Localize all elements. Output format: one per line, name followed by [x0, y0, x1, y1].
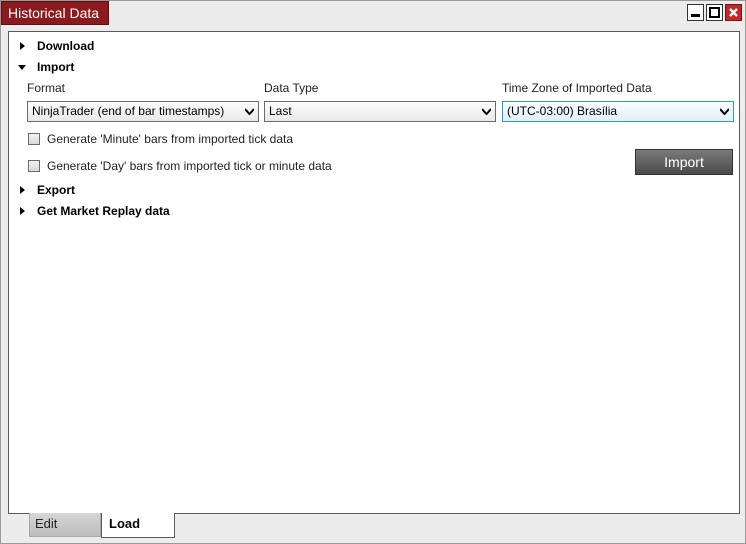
time-zone-select[interactable]: (UTC-03:00) Brasília: [502, 101, 734, 122]
import-button[interactable]: Import: [635, 149, 733, 175]
section-market-replay-label: Get Market Replay data: [37, 204, 170, 218]
minute-bars-checkbox[interactable]: [28, 133, 40, 145]
data-type-select-value: Last: [269, 104, 292, 118]
tab-load[interactable]: Load: [101, 513, 175, 538]
chevron-down-icon: [720, 108, 729, 115]
expand-arrow-icon: [18, 205, 30, 217]
title-bar[interactable]: Historical Data: [1, 1, 745, 25]
section-export[interactable]: Export: [18, 183, 75, 197]
expand-arrow-icon: [18, 40, 30, 52]
expand-arrow-icon: [18, 184, 30, 196]
day-bars-checkbox[interactable]: [28, 160, 40, 172]
section-export-label: Export: [37, 183, 76, 197]
minute-bars-option[interactable]: Generate 'Minute' bars from imported tic…: [28, 132, 293, 146]
format-label: Format: [27, 81, 66, 95]
data-type-select[interactable]: Last: [264, 101, 496, 122]
day-bars-label: Generate 'Day' bars from imported tick o…: [47, 159, 332, 173]
minute-bars-label: Generate 'Minute' bars from imported tic…: [47, 132, 294, 146]
window-title: Historical Data: [1, 1, 109, 25]
main-panel: Download Import Format Data Type Time Zo…: [8, 31, 740, 514]
chevron-down-icon: [482, 108, 491, 115]
section-download-label: Download: [37, 39, 95, 53]
format-select[interactable]: NinjaTrader (end of bar timestamps): [27, 101, 259, 122]
day-bars-option[interactable]: Generate 'Day' bars from imported tick o…: [28, 159, 332, 173]
historical-data-window: Historical Data Download Import Format D…: [0, 0, 746, 544]
close-button[interactable]: [725, 4, 742, 21]
minimize-button[interactable]: [687, 4, 704, 21]
tab-edit[interactable]: Edit: [29, 513, 101, 537]
maximize-icon: [709, 7, 720, 18]
format-select-value: NinjaTrader (end of bar timestamps): [32, 104, 225, 118]
time-zone-label: Time Zone of Imported Data: [502, 81, 652, 95]
maximize-button[interactable]: [706, 4, 723, 21]
section-market-replay[interactable]: Get Market Replay data: [18, 204, 170, 218]
data-type-label: Data Type: [264, 81, 319, 95]
chevron-down-icon: [245, 108, 254, 115]
section-download[interactable]: Download: [18, 39, 94, 53]
time-zone-select-value: (UTC-03:00) Brasília: [507, 104, 618, 118]
close-icon: [729, 8, 738, 17]
window-controls: [687, 4, 742, 21]
section-import-label: Import: [37, 60, 75, 74]
section-import[interactable]: Import: [18, 60, 74, 74]
minimize-icon: [691, 14, 700, 17]
collapse-arrow-icon: [18, 61, 30, 73]
